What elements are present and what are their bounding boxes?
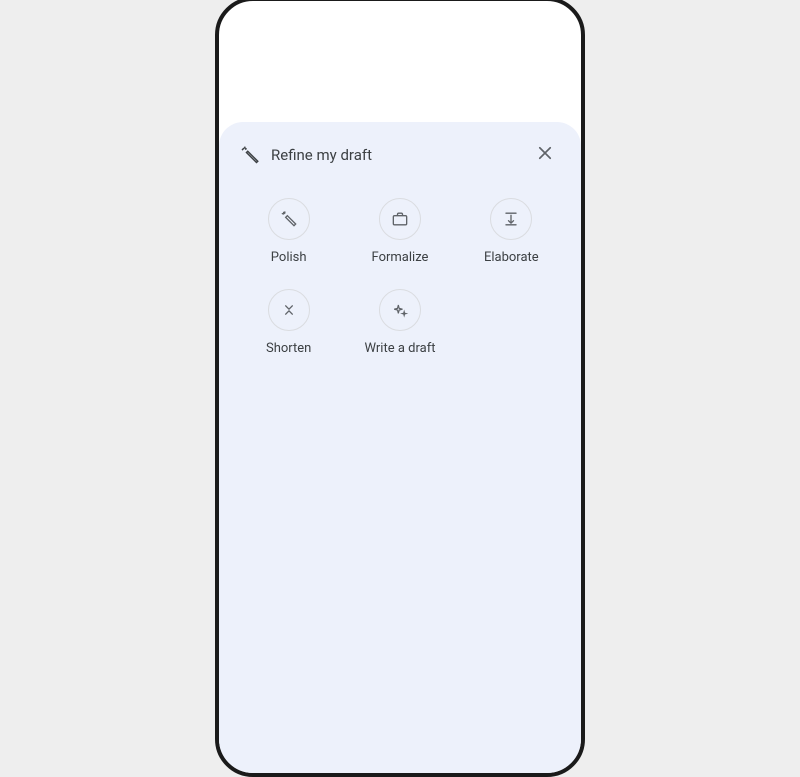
sparkles-icon bbox=[379, 289, 421, 331]
close-icon bbox=[536, 144, 554, 165]
option-label: Polish bbox=[271, 250, 307, 265]
option-label: Write a draft bbox=[365, 341, 436, 356]
magic-wand-icon bbox=[268, 198, 310, 240]
option-elaborate[interactable]: Elaborate bbox=[458, 192, 565, 279]
sheet-header: Refine my draft bbox=[233, 140, 567, 170]
option-shorten[interactable]: Shorten bbox=[235, 283, 342, 370]
sheet-title: Refine my draft bbox=[271, 146, 531, 164]
option-formalize[interactable]: Formalize bbox=[346, 192, 453, 279]
close-button[interactable] bbox=[531, 141, 559, 169]
option-label: Elaborate bbox=[484, 250, 539, 265]
collapse-vertical-icon bbox=[268, 289, 310, 331]
expand-vertical-icon bbox=[490, 198, 532, 240]
option-write-draft[interactable]: Write a draft bbox=[346, 283, 453, 370]
refine-bottom-sheet: Refine my draft Polish bbox=[219, 122, 581, 773]
phone-frame: Refine my draft Polish bbox=[215, 0, 585, 777]
options-grid: Polish Formalize bbox=[233, 170, 567, 370]
option-label: Shorten bbox=[266, 341, 311, 356]
option-polish[interactable]: Polish bbox=[235, 192, 342, 279]
briefcase-icon bbox=[379, 198, 421, 240]
magic-pen-icon bbox=[237, 143, 261, 167]
option-label: Formalize bbox=[372, 250, 429, 265]
